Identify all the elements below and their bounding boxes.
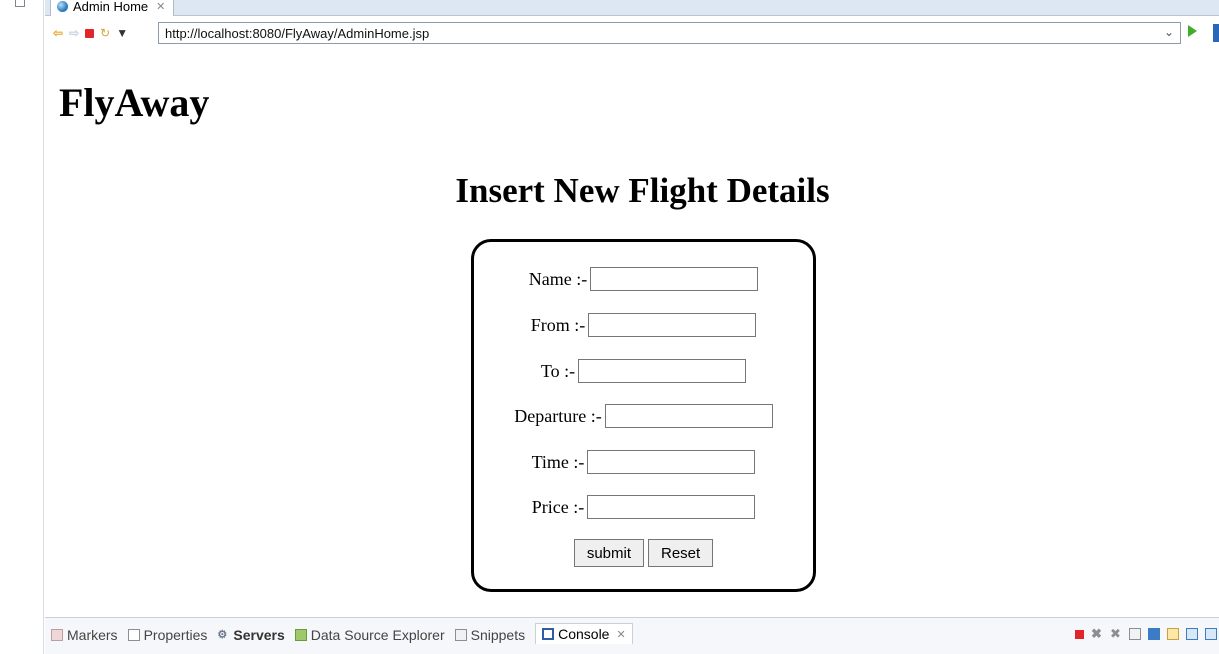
from-input[interactable]: [588, 313, 757, 337]
snippets-icon: [454, 629, 467, 641]
tab-title: Admin Home: [73, 0, 149, 14]
url-input[interactable]: http://localhost:8080/FlyAway/AdminHome.…: [158, 22, 1181, 44]
tab-data-source-explorer[interactable]: Data Source Explorer: [294, 627, 445, 643]
back-arrow-icon[interactable]: ⇦: [53, 27, 63, 39]
word-wrap-icon[interactable]: [1167, 628, 1179, 640]
tab-label: Properties: [143, 627, 208, 643]
from-label: From :-: [530, 314, 586, 335]
terminate-icon[interactable]: [1075, 629, 1084, 639]
close-icon[interactable]: ✕: [616, 628, 625, 641]
url-text: http://localhost:8080/FlyAway/AdminHome.…: [165, 26, 430, 41]
tab-servers[interactable]: ⚙ Servers: [217, 627, 284, 643]
console-toolbar: ✖ ✖: [1075, 627, 1217, 640]
dropdown-arrow-icon[interactable]: ▼: [116, 27, 128, 39]
time-input[interactable]: [587, 450, 756, 474]
form-row-to: To :-: [474, 359, 813, 383]
tab-markers[interactable]: Markers: [51, 627, 118, 643]
servers-icon: ⚙: [217, 629, 228, 641]
bottom-panel: Markers Properties ⚙ Servers Data Source…: [45, 617, 1219, 654]
toolbar-extra-icon[interactable]: [1213, 24, 1219, 42]
scroll-lock-icon[interactable]: [1148, 628, 1160, 640]
departure-label: Departure :-: [514, 405, 602, 426]
brand-title: FlyAway: [59, 80, 210, 125]
flight-form: Name :- From :- To :- Departure :- Time …: [471, 239, 816, 592]
markers-icon: [51, 629, 63, 641]
clear-console-icon[interactable]: [1129, 628, 1141, 640]
console-icon: [542, 628, 555, 640]
pin-console-icon[interactable]: [1186, 628, 1198, 640]
page-heading: Insert New Flight Details: [455, 171, 830, 210]
tab-snippets[interactable]: Snippets: [454, 627, 526, 643]
go-icon[interactable]: [1188, 25, 1197, 37]
form-buttons: submit Reset: [474, 539, 813, 567]
tab-console[interactable]: Console ✕: [535, 623, 633, 644]
to-label: To :-: [540, 360, 576, 381]
submit-button[interactable]: submit: [573, 539, 644, 567]
tab-label: Markers: [67, 627, 118, 643]
stop-icon[interactable]: [85, 28, 95, 38]
forward-arrow-icon[interactable]: ⇨: [69, 27, 79, 39]
bottom-panel-tabs: Markers Properties ⚙ Servers Data Source…: [51, 623, 643, 644]
data-source-icon: [294, 629, 307, 641]
price-input[interactable]: [587, 495, 756, 519]
form-row-from: From :-: [474, 313, 813, 337]
tab-label: Snippets: [470, 627, 526, 643]
display-console-icon[interactable]: [1205, 628, 1217, 640]
nav-buttons: ⇦ ⇨ ↻ ▼: [45, 27, 158, 39]
chevron-down-icon[interactable]: ⌄: [1164, 25, 1174, 39]
form-row-price: Price :-: [474, 495, 813, 519]
name-input[interactable]: [590, 267, 759, 291]
form-row-time: Time :-: [474, 450, 813, 474]
tab-label: Data Source Explorer: [310, 627, 445, 643]
to-input[interactable]: [578, 359, 747, 383]
form-row-departure: Departure :-: [474, 404, 813, 428]
time-label: Time :-: [531, 451, 585, 472]
tab-label: Console: [558, 626, 610, 642]
price-label: Price :-: [531, 496, 585, 517]
refresh-icon[interactable]: ↻: [100, 27, 110, 39]
form-row-name: Name :-: [474, 267, 813, 291]
remove-launch-icon[interactable]: ✖: [1091, 627, 1103, 640]
departure-input[interactable]: [604, 404, 773, 428]
editor-tab-bar: Admin Home ✕: [45, 0, 1219, 16]
close-icon[interactable]: ✕: [156, 0, 165, 13]
minimize-icon[interactable]: [15, 0, 25, 7]
tab-properties[interactable]: Properties: [127, 627, 208, 643]
reset-button[interactable]: Reset: [648, 539, 714, 567]
properties-icon: [127, 629, 140, 641]
tab-label: Servers: [233, 627, 285, 643]
name-label: Name :-: [528, 268, 588, 289]
browser-toolbar: ⇦ ⇨ ↻ ▼ http://localhost:8080/FlyAway/Ad…: [45, 18, 1219, 48]
tab-admin-home[interactable]: Admin Home ✕: [50, 0, 175, 16]
page-content: FlyAway Insert New Flight Details Name :…: [46, 52, 1219, 615]
left-gutter: [0, 0, 44, 654]
globe-icon: [57, 1, 68, 12]
remove-all-icon[interactable]: ✖: [1110, 627, 1122, 640]
